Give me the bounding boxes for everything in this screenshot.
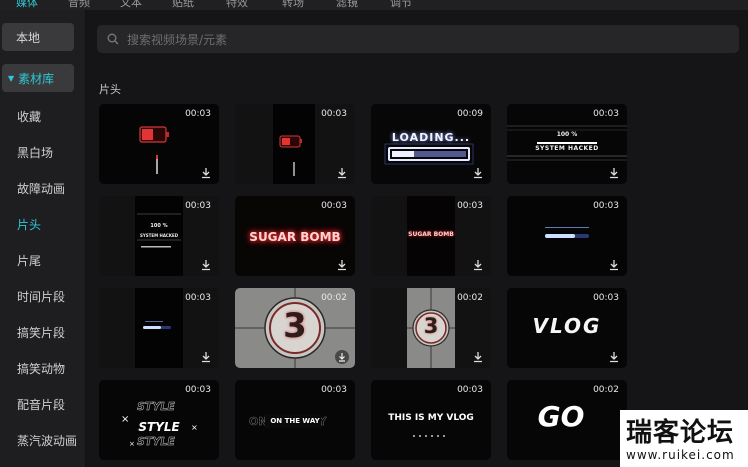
tab-adjust[interactable]: 调节 xyxy=(390,0,412,10)
countdown-number: 3 xyxy=(283,306,307,346)
duration-label: 00:03 xyxy=(457,201,483,211)
tab-media[interactable]: 媒体 xyxy=(16,0,38,10)
duration-label: 00:03 xyxy=(321,109,347,119)
sidebar-item-glitch[interactable]: 故障动画 xyxy=(17,180,65,197)
duration-label: 00:03 xyxy=(185,201,211,211)
hacked-text: SYSTEM HACKED xyxy=(535,145,599,152)
duration-label: 00:02 xyxy=(593,385,619,395)
material-card[interactable]: 3 00:02 xyxy=(235,288,355,368)
material-card[interactable]: 100 % SYSTEM HACKED 00:03 xyxy=(507,104,627,184)
top-tab-bar: 媒体 音频 文本 贴纸 特效 转场 滤镜 调节 xyxy=(0,0,748,10)
tab-effects[interactable]: 特效 xyxy=(226,0,248,10)
on-the-way-text: ON THE WAY xyxy=(270,417,320,425)
search-icon xyxy=(107,33,119,45)
material-library-label: 素材库 xyxy=(18,71,55,86)
duration-label: 00:09 xyxy=(457,109,483,119)
sidebar-item-favorites[interactable]: 收藏 xyxy=(17,108,41,125)
tab-stickers[interactable]: 贴纸 xyxy=(172,0,194,10)
sidebar-item-dubbing-clips[interactable]: 配音片段 xyxy=(17,396,65,413)
duration-label: 00:03 xyxy=(321,385,347,395)
duration-label: 00:03 xyxy=(185,293,211,303)
material-card[interactable]: × × × STYLE STYLE STYLE 00:03 xyxy=(99,380,219,460)
watermark: 瑞客论坛 www.ruikei.com xyxy=(620,410,748,467)
sidebar-item-funny-animals[interactable]: 搞笑动物 xyxy=(17,360,65,377)
tab-text[interactable]: 文本 xyxy=(120,0,142,10)
sugar-bomb-text: SUGAR BOMB xyxy=(249,230,341,244)
sidebar: 本地 ▼ 素材库 收藏 黑白场 故障动画 片头 片尾 时间片段 搞笑片段 搞笑动… xyxy=(0,10,86,467)
svg-text:STYLE: STYLE xyxy=(137,400,175,413)
sidebar-item-funny-clips[interactable]: 搞笑片段 xyxy=(17,324,65,341)
material-card[interactable]: GO 00:02 xyxy=(507,380,627,460)
download-icon[interactable] xyxy=(335,166,349,180)
duration-label: 00:03 xyxy=(593,109,619,119)
duration-label: 00:03 xyxy=(593,293,619,303)
download-icon[interactable] xyxy=(335,258,349,272)
download-icon[interactable] xyxy=(471,350,485,364)
sidebar-item-intro[interactable]: 片头 xyxy=(17,216,41,233)
sugar-bomb-text: SUGAR BOMB xyxy=(408,231,454,238)
download-icon[interactable] xyxy=(335,350,349,364)
sidebar-item-vaporwave[interactable]: 蒸汽波动画 xyxy=(17,432,77,449)
search-placeholder: 搜索视频场景/元素 xyxy=(127,32,228,47)
go-text: GO xyxy=(537,400,585,433)
style-text: STYLE xyxy=(138,420,180,434)
material-panel: 搜索视频场景/元素 片头 00:03 00:03 LOADING... 00:0… xyxy=(86,10,748,467)
svg-text:STYLE: STYLE xyxy=(137,435,175,448)
download-icon[interactable] xyxy=(607,258,621,272)
svg-text:×: × xyxy=(129,440,135,448)
watermark-title: 瑞客论坛 xyxy=(626,418,735,448)
local-button[interactable]: 本地 xyxy=(2,23,74,51)
hacked-percent: 100 % xyxy=(150,223,168,229)
hacked-text: SYSTEM HACKED xyxy=(139,233,179,238)
sidebar-item-time-clips[interactable]: 时间片段 xyxy=(17,288,65,305)
download-icon[interactable] xyxy=(607,166,621,180)
duration-label: 00:03 xyxy=(593,201,619,211)
material-card[interactable]: 3 00:02 xyxy=(371,288,491,368)
download-icon[interactable] xyxy=(607,350,621,364)
loading-text: LOADING... xyxy=(391,131,471,144)
material-card[interactable]: 00:03 xyxy=(507,196,627,276)
countdown-number: 3 xyxy=(423,314,439,338)
material-card[interactable]: VLOG 00:03 xyxy=(507,288,627,368)
download-icon[interactable] xyxy=(471,258,485,272)
local-label: 本地 xyxy=(16,30,41,45)
tab-audio[interactable]: 音频 xyxy=(68,0,90,10)
duration-label: 00:02 xyxy=(321,293,347,303)
material-card[interactable]: ON THE WAY ON THE WAY 00:03 xyxy=(235,380,355,460)
watermark-url: www.ruikei.com xyxy=(626,448,735,462)
material-card[interactable]: SUGAR BOMB 00:03 xyxy=(371,196,491,276)
material-card[interactable]: 100 % SYSTEM HACKED 00:03 xyxy=(99,196,219,276)
my-vlog-text: THIS IS MY VLOG xyxy=(388,413,474,423)
material-card[interactable]: LOADING... 00:09 xyxy=(371,104,491,184)
material-card[interactable]: 00:03 xyxy=(235,104,355,184)
download-icon[interactable] xyxy=(471,166,485,180)
duration-label: 00:03 xyxy=(185,109,211,119)
tab-filters[interactable]: 滤镜 xyxy=(336,0,358,10)
section-title: 片头 xyxy=(99,83,121,96)
material-library-button[interactable]: ▼ 素材库 xyxy=(2,64,74,92)
search-bar[interactable]: 搜索视频场景/元素 xyxy=(97,25,739,53)
duration-label: 00:03 xyxy=(321,201,347,211)
download-icon[interactable] xyxy=(199,350,213,364)
caret-down-icon: ▼ xyxy=(8,73,15,83)
download-icon[interactable] xyxy=(199,166,213,180)
material-card[interactable]: 00:03 xyxy=(99,288,219,368)
download-icon[interactable] xyxy=(199,258,213,272)
duration-label: 00:02 xyxy=(457,293,483,303)
sidebar-item-outro[interactable]: 片尾 xyxy=(17,252,41,269)
sidebar-item-black-white[interactable]: 黑白场 xyxy=(17,144,53,161)
tab-transitions[interactable]: 转场 xyxy=(282,0,304,10)
vlog-text: VLOG xyxy=(532,314,602,338)
material-card[interactable]: THIS IS MY VLOG 00:03 xyxy=(371,380,491,460)
material-card[interactable]: SUGAR BOMB 00:03 xyxy=(235,196,355,276)
material-card[interactable]: 00:03 xyxy=(99,104,219,184)
duration-label: 00:03 xyxy=(457,385,483,395)
hacked-percent: 100 % xyxy=(556,131,578,138)
duration-label: 00:03 xyxy=(185,385,211,395)
